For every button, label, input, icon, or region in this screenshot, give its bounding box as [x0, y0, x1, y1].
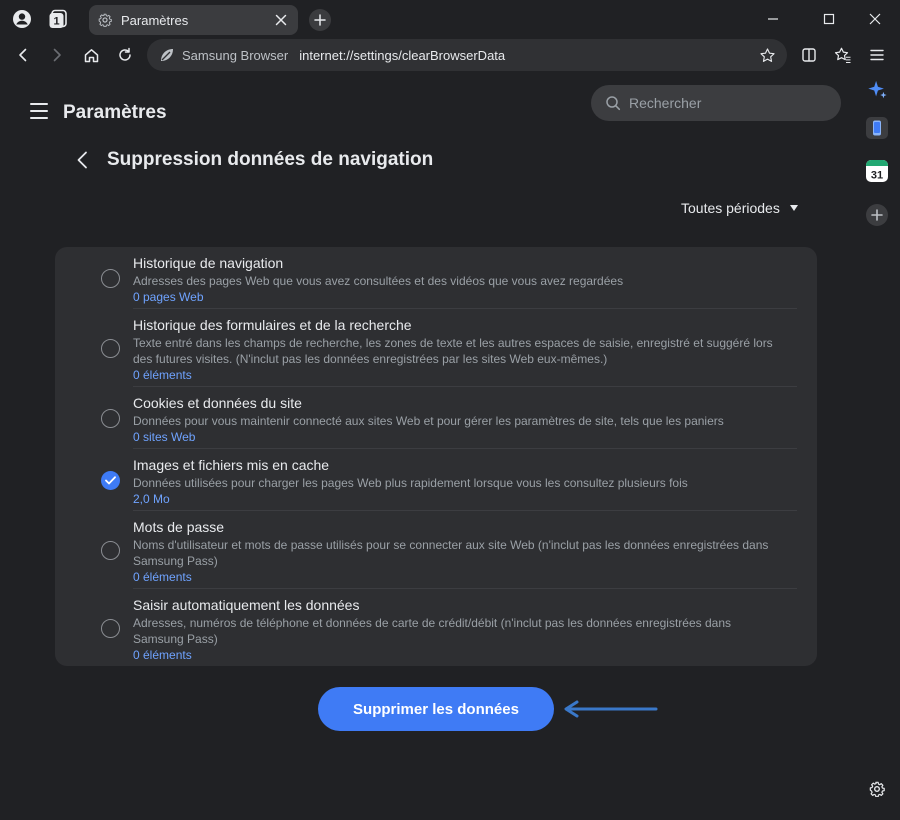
search-input[interactable]: [629, 95, 819, 111]
time-range-dropdown[interactable]: Toutes périodes: [681, 200, 798, 216]
close-window-button[interactable]: [852, 4, 898, 34]
samsung-leaf-icon: [159, 47, 175, 63]
item-title: Historique des formulaires et de la rech…: [133, 317, 412, 333]
item-title: Mots de passe: [133, 519, 225, 535]
page-title: Suppression données de navigation: [107, 149, 434, 170]
sidebar-icon[interactable]: [797, 43, 821, 67]
list-item-passwords[interactable]: Mots de passe Noms d'utilisateur et mots…: [55, 511, 817, 589]
caret-down-icon: [789, 205, 798, 211]
item-count: 0 éléments: [133, 648, 192, 662]
data-type-list: Historique de navigation Adresses des pa…: [55, 247, 817, 666]
settings-title: Paramètres: [63, 102, 167, 123]
gear-icon[interactable]: [866, 778, 888, 800]
title-bar: 1 Paramètres: [0, 0, 900, 38]
arrow-right-icon[interactable]: [45, 43, 69, 67]
home-icon[interactable]: [79, 43, 103, 67]
item-description: Texte entré dans les champs de recherche…: [133, 336, 773, 366]
tab-title: Paramètres: [121, 12, 189, 28]
gear-icon: [98, 13, 112, 27]
star-list-icon[interactable]: [831, 43, 855, 67]
arrow-left-icon[interactable]: [11, 43, 35, 67]
list-item-autofill[interactable]: Saisir automatiquement les données Adres…: [55, 589, 817, 666]
menu-icon[interactable]: [865, 43, 889, 67]
arrow-left-annotation-icon: [564, 700, 658, 718]
sparkle-icon[interactable]: [865, 78, 889, 102]
toolbar: Samsung Browser internet://settings/clea…: [0, 38, 900, 72]
maximize-button[interactable]: [806, 4, 852, 34]
item-count: 0 sites Web: [133, 430, 196, 444]
item-count: 0 pages Web: [133, 290, 204, 304]
phone-icon[interactable]: [865, 116, 889, 140]
menu-icon[interactable]: [30, 103, 48, 119]
item-count: 0 éléments: [133, 570, 192, 584]
item-description: Données pour vous maintenir connecté aux…: [133, 414, 724, 428]
item-description: Noms d'utilisateur et mots de passe util…: [133, 538, 769, 568]
check-icon: [105, 476, 116, 485]
item-title: Images et fichiers mis en cache: [133, 457, 330, 473]
radio-cookies[interactable]: [101, 409, 120, 428]
reload-icon[interactable]: [113, 43, 137, 67]
radio-passwords[interactable]: [101, 541, 120, 560]
search-icon: [605, 95, 621, 111]
calendar-icon[interactable]: 31: [865, 159, 889, 183]
radio-form-history[interactable]: [101, 339, 120, 358]
delete-data-button[interactable]: Supprimer les données: [318, 687, 554, 731]
item-description: Adresses des pages Web que vous avez con…: [133, 274, 624, 288]
item-title: Cookies et données du site: [133, 395, 302, 411]
address-bar[interactable]: Samsung Browser internet://settings/clea…: [147, 39, 787, 71]
item-title: Historique de navigation: [133, 255, 284, 271]
side-panel: 31: [860, 72, 900, 820]
tab-settings[interactable]: Paramètres: [89, 5, 298, 35]
profile-icon[interactable]: [10, 7, 34, 31]
settings-search[interactable]: [591, 85, 841, 121]
list-item-cached-images[interactable]: Images et fichiers mis en cache Données …: [55, 449, 817, 511]
tab-count: 1: [53, 16, 59, 28]
close-icon[interactable]: [272, 11, 290, 29]
list-item-browsing-history[interactable]: Historique de navigation Adresses des pa…: [55, 247, 817, 309]
radio-browsing-history[interactable]: [101, 269, 120, 288]
item-description: Adresses, numéros de téléphone et donnée…: [133, 616, 732, 646]
radio-autofill[interactable]: [101, 619, 120, 638]
add-icon[interactable]: [865, 203, 889, 227]
list-item-form-history[interactable]: Historique des formulaires et de la rech…: [55, 309, 817, 387]
item-description: Données utilisées pour charger les pages…: [133, 476, 688, 490]
settings-content: Paramètres Suppression données de naviga…: [0, 72, 860, 820]
arrow-left-icon[interactable]: [72, 148, 92, 172]
list-item-cookies[interactable]: Cookies et données du site Données pour …: [55, 387, 817, 449]
tab-counter-icon[interactable]: 1: [46, 7, 70, 31]
item-count: 2,0 Mo: [133, 492, 170, 506]
browser-brand-label: Samsung Browser: [182, 47, 289, 63]
time-range-label: Toutes périodes: [681, 200, 780, 216]
radio-cached-images[interactable]: [101, 471, 120, 490]
calendar-day: 31: [871, 170, 883, 182]
plus-icon[interactable]: [309, 9, 331, 31]
item-count: 0 éléments: [133, 368, 192, 382]
item-title: Saisir automatiquement les données: [133, 597, 360, 613]
url-text[interactable]: internet://settings/clearBrowserData: [299, 48, 505, 63]
star-icon[interactable]: [757, 45, 777, 65]
minimize-button[interactable]: [750, 4, 796, 34]
